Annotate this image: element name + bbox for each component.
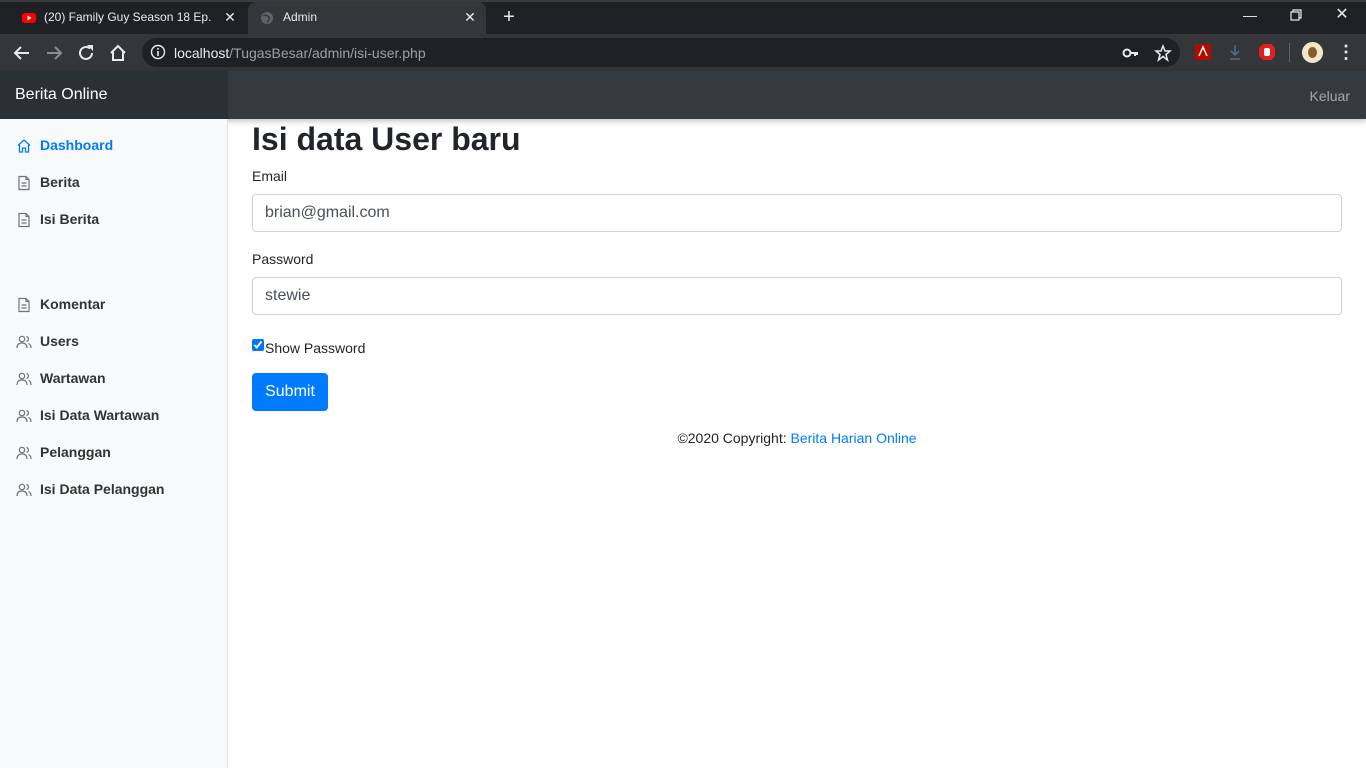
- url-bar[interactable]: localhost/TugasBesar/admin/isi-user.php: [142, 38, 1180, 67]
- show-password-checkbox[interactable]: [252, 339, 264, 351]
- sidebar-item-wartawan[interactable]: Wartawan: [0, 365, 227, 393]
- sidebar-item-berita[interactable]: Berita: [0, 169, 227, 197]
- toolbar-divider: [1289, 43, 1290, 62]
- pdf-extension-icon[interactable]: [1194, 43, 1212, 61]
- forward-icon[interactable]: [43, 42, 65, 64]
- page-title: Isi data User baru: [252, 121, 521, 157]
- sidebar-item-pelanggan[interactable]: Pelanggan: [0, 439, 227, 467]
- sidebar-item-label: Pelanggan: [40, 444, 111, 460]
- download-extension-icon[interactable]: [1226, 43, 1244, 61]
- close-window-icon[interactable]: ✕: [1332, 5, 1352, 25]
- password-field[interactable]: [252, 277, 1342, 315]
- sidebar-item-label: Dashboard: [40, 137, 114, 153]
- url-host: localhost: [174, 45, 230, 61]
- users-icon: [16, 483, 32, 497]
- sidebar-item-users[interactable]: Users: [0, 328, 227, 356]
- sidebar-item-label: Komentar: [40, 296, 106, 312]
- sidebar-item-isi-data-wartawan[interactable]: Isi Data Wartawan: [0, 402, 227, 430]
- browser-toolbar: localhost/TugasBesar/admin/isi-user.php …: [0, 34, 1366, 71]
- youtube-icon: [22, 13, 36, 23]
- sidebar-item-label: Users: [40, 333, 79, 349]
- sidebar-item-isi-data-pelanggan[interactable]: Isi Data Pelanggan: [0, 476, 227, 504]
- browser-tab-admin[interactable]: Admin ✕: [248, 2, 486, 34]
- file-icon: [18, 212, 30, 228]
- sidebar-item-dashboard[interactable]: Dashboard: [0, 132, 227, 160]
- sidebar-item-label: Berita: [40, 174, 80, 190]
- tab-title: Admin: [283, 10, 318, 24]
- restore-icon[interactable]: [1286, 5, 1306, 25]
- sidebar-item-label: Isi Berita: [40, 211, 100, 227]
- sidebar-item-isi-berita[interactable]: Isi Berita: [0, 206, 227, 234]
- email-field[interactable]: [252, 194, 1342, 232]
- password-label: Password: [252, 251, 314, 267]
- bookmark-star-icon[interactable]: [1154, 44, 1172, 62]
- menu-icon[interactable]: ⋮: [1337, 42, 1355, 64]
- email-label: Email: [252, 168, 288, 184]
- tab-title: (20) Family Guy Season 18 Ep. 03: [44, 10, 214, 24]
- users-icon: [16, 372, 32, 386]
- footer-copyright: ©2020 Copyright:: [677, 430, 791, 446]
- sidebar-item-komentar[interactable]: Komentar: [0, 291, 227, 319]
- avatar[interactable]: [1302, 42, 1323, 63]
- home-icon: [17, 139, 31, 153]
- sidebar-item-label: Isi Data Wartawan: [40, 407, 160, 423]
- sidebar: Dashboard Berita Isi Berita Komentar Use…: [0, 119, 228, 768]
- logout-link[interactable]: Keluar: [1310, 88, 1350, 104]
- footer-link[interactable]: Berita Harian Online: [790, 430, 916, 446]
- url-text: localhost/TugasBesar/admin/isi-user.php: [174, 45, 426, 61]
- submit-button[interactable]: Submit: [252, 373, 328, 411]
- users-icon: [16, 446, 32, 460]
- users-icon: [16, 335, 32, 349]
- file-icon: [18, 175, 30, 191]
- close-tab-icon[interactable]: ✕: [222, 9, 238, 25]
- brand-title[interactable]: Berita Online: [15, 86, 108, 104]
- minimize-icon[interactable]: —: [1240, 5, 1260, 25]
- sidebar-item-label: Wartawan: [40, 370, 106, 386]
- main-content: Isi data User baru Email Password Show P…: [228, 119, 1366, 768]
- home-button-icon[interactable]: [107, 42, 129, 64]
- globe-icon: [261, 12, 273, 24]
- sidebar-item-label: Isi Data Pelanggan: [40, 481, 165, 497]
- close-tab-icon[interactable]: ✕: [462, 9, 478, 25]
- browser-tab-bar: (20) Family Guy Season 18 Ep. 03 ✕ Admin…: [0, 0, 1366, 34]
- info-icon[interactable]: [150, 44, 166, 60]
- url-path: /TugasBesar/admin/isi-user.php: [229, 45, 426, 61]
- file-icon: [18, 297, 30, 313]
- key-icon[interactable]: [1122, 44, 1140, 62]
- users-icon: [16, 409, 32, 423]
- back-icon[interactable]: [11, 42, 33, 64]
- new-tab-icon[interactable]: +: [498, 7, 520, 29]
- adblock-extension-icon[interactable]: [1258, 43, 1276, 61]
- brand-area[interactable]: Berita Online: [0, 71, 228, 119]
- footer: ©2020 Copyright: Berita Harian Online: [228, 430, 1366, 446]
- app-navbar: Berita Online Keluar: [0, 71, 1366, 119]
- show-password-label[interactable]: Show Password: [265, 340, 365, 356]
- avatar-face: [1308, 47, 1317, 58]
- browser-tab-youtube[interactable]: (20) Family Guy Season 18 Ep. 03 ✕: [10, 2, 246, 34]
- reload-icon[interactable]: [75, 42, 97, 64]
